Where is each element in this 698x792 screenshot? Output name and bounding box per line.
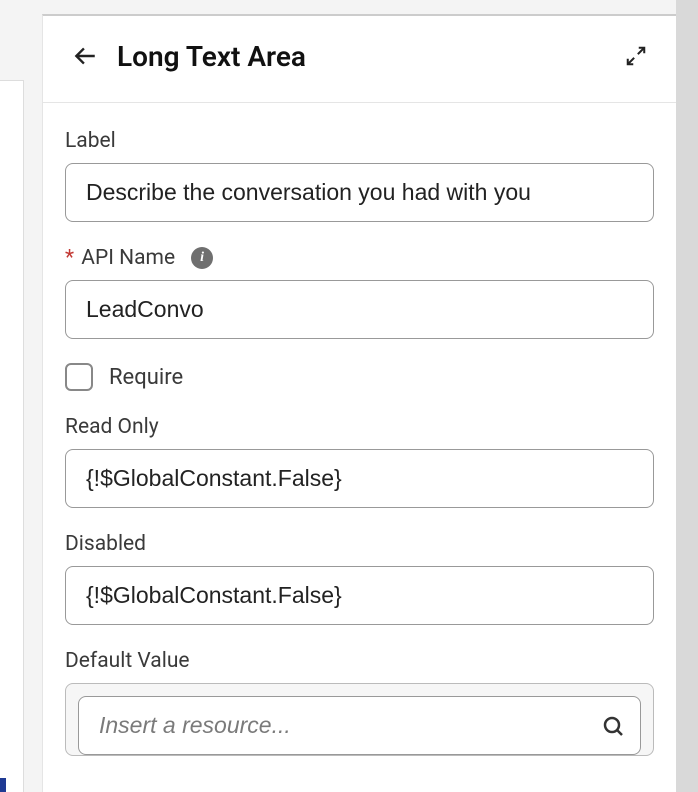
- api-name-field-group: * API Name i: [65, 246, 654, 339]
- label-input[interactable]: [65, 163, 654, 222]
- scrollbar-track[interactable]: [676, 0, 698, 792]
- label-field-group: Label: [65, 129, 654, 222]
- expand-button[interactable]: [620, 40, 652, 72]
- panel-body: Label * API Name i Require Read Only Dis…: [43, 103, 676, 756]
- disabled-input[interactable]: [65, 566, 654, 625]
- left-panel-edge: [0, 80, 24, 792]
- default-value-input-row: [78, 696, 641, 755]
- default-value-wrapper: [65, 683, 654, 756]
- api-name-field-label: * API Name i: [65, 246, 654, 270]
- info-icon[interactable]: i: [191, 247, 213, 269]
- api-name-label-text: API Name: [81, 246, 175, 270]
- readonly-field-label: Read Only: [65, 415, 654, 439]
- require-field-group: Require: [65, 363, 654, 391]
- default-value-field-group: Default Value: [65, 649, 654, 756]
- require-label: Require: [109, 365, 183, 390]
- left-blue-accent: [0, 778, 6, 792]
- default-value-field-label: Default Value: [65, 649, 654, 673]
- back-button[interactable]: [67, 38, 103, 74]
- panel-title: Long Text Area: [117, 40, 620, 73]
- disabled-field-group: Disabled: [65, 532, 654, 625]
- panel-header: Long Text Area: [43, 16, 676, 103]
- property-panel: Long Text Area Label * API Name i Requir…: [42, 14, 676, 792]
- arrow-left-icon: [72, 43, 98, 69]
- readonly-field-group: Read Only: [65, 415, 654, 508]
- api-name-input[interactable]: [65, 280, 654, 339]
- expand-icon: [625, 45, 647, 67]
- default-value-input[interactable]: [78, 696, 641, 755]
- label-field-label: Label: [65, 129, 654, 153]
- required-indicator: *: [65, 246, 74, 270]
- readonly-input[interactable]: [65, 449, 654, 508]
- require-checkbox[interactable]: [65, 363, 93, 391]
- disabled-field-label: Disabled: [65, 532, 654, 556]
